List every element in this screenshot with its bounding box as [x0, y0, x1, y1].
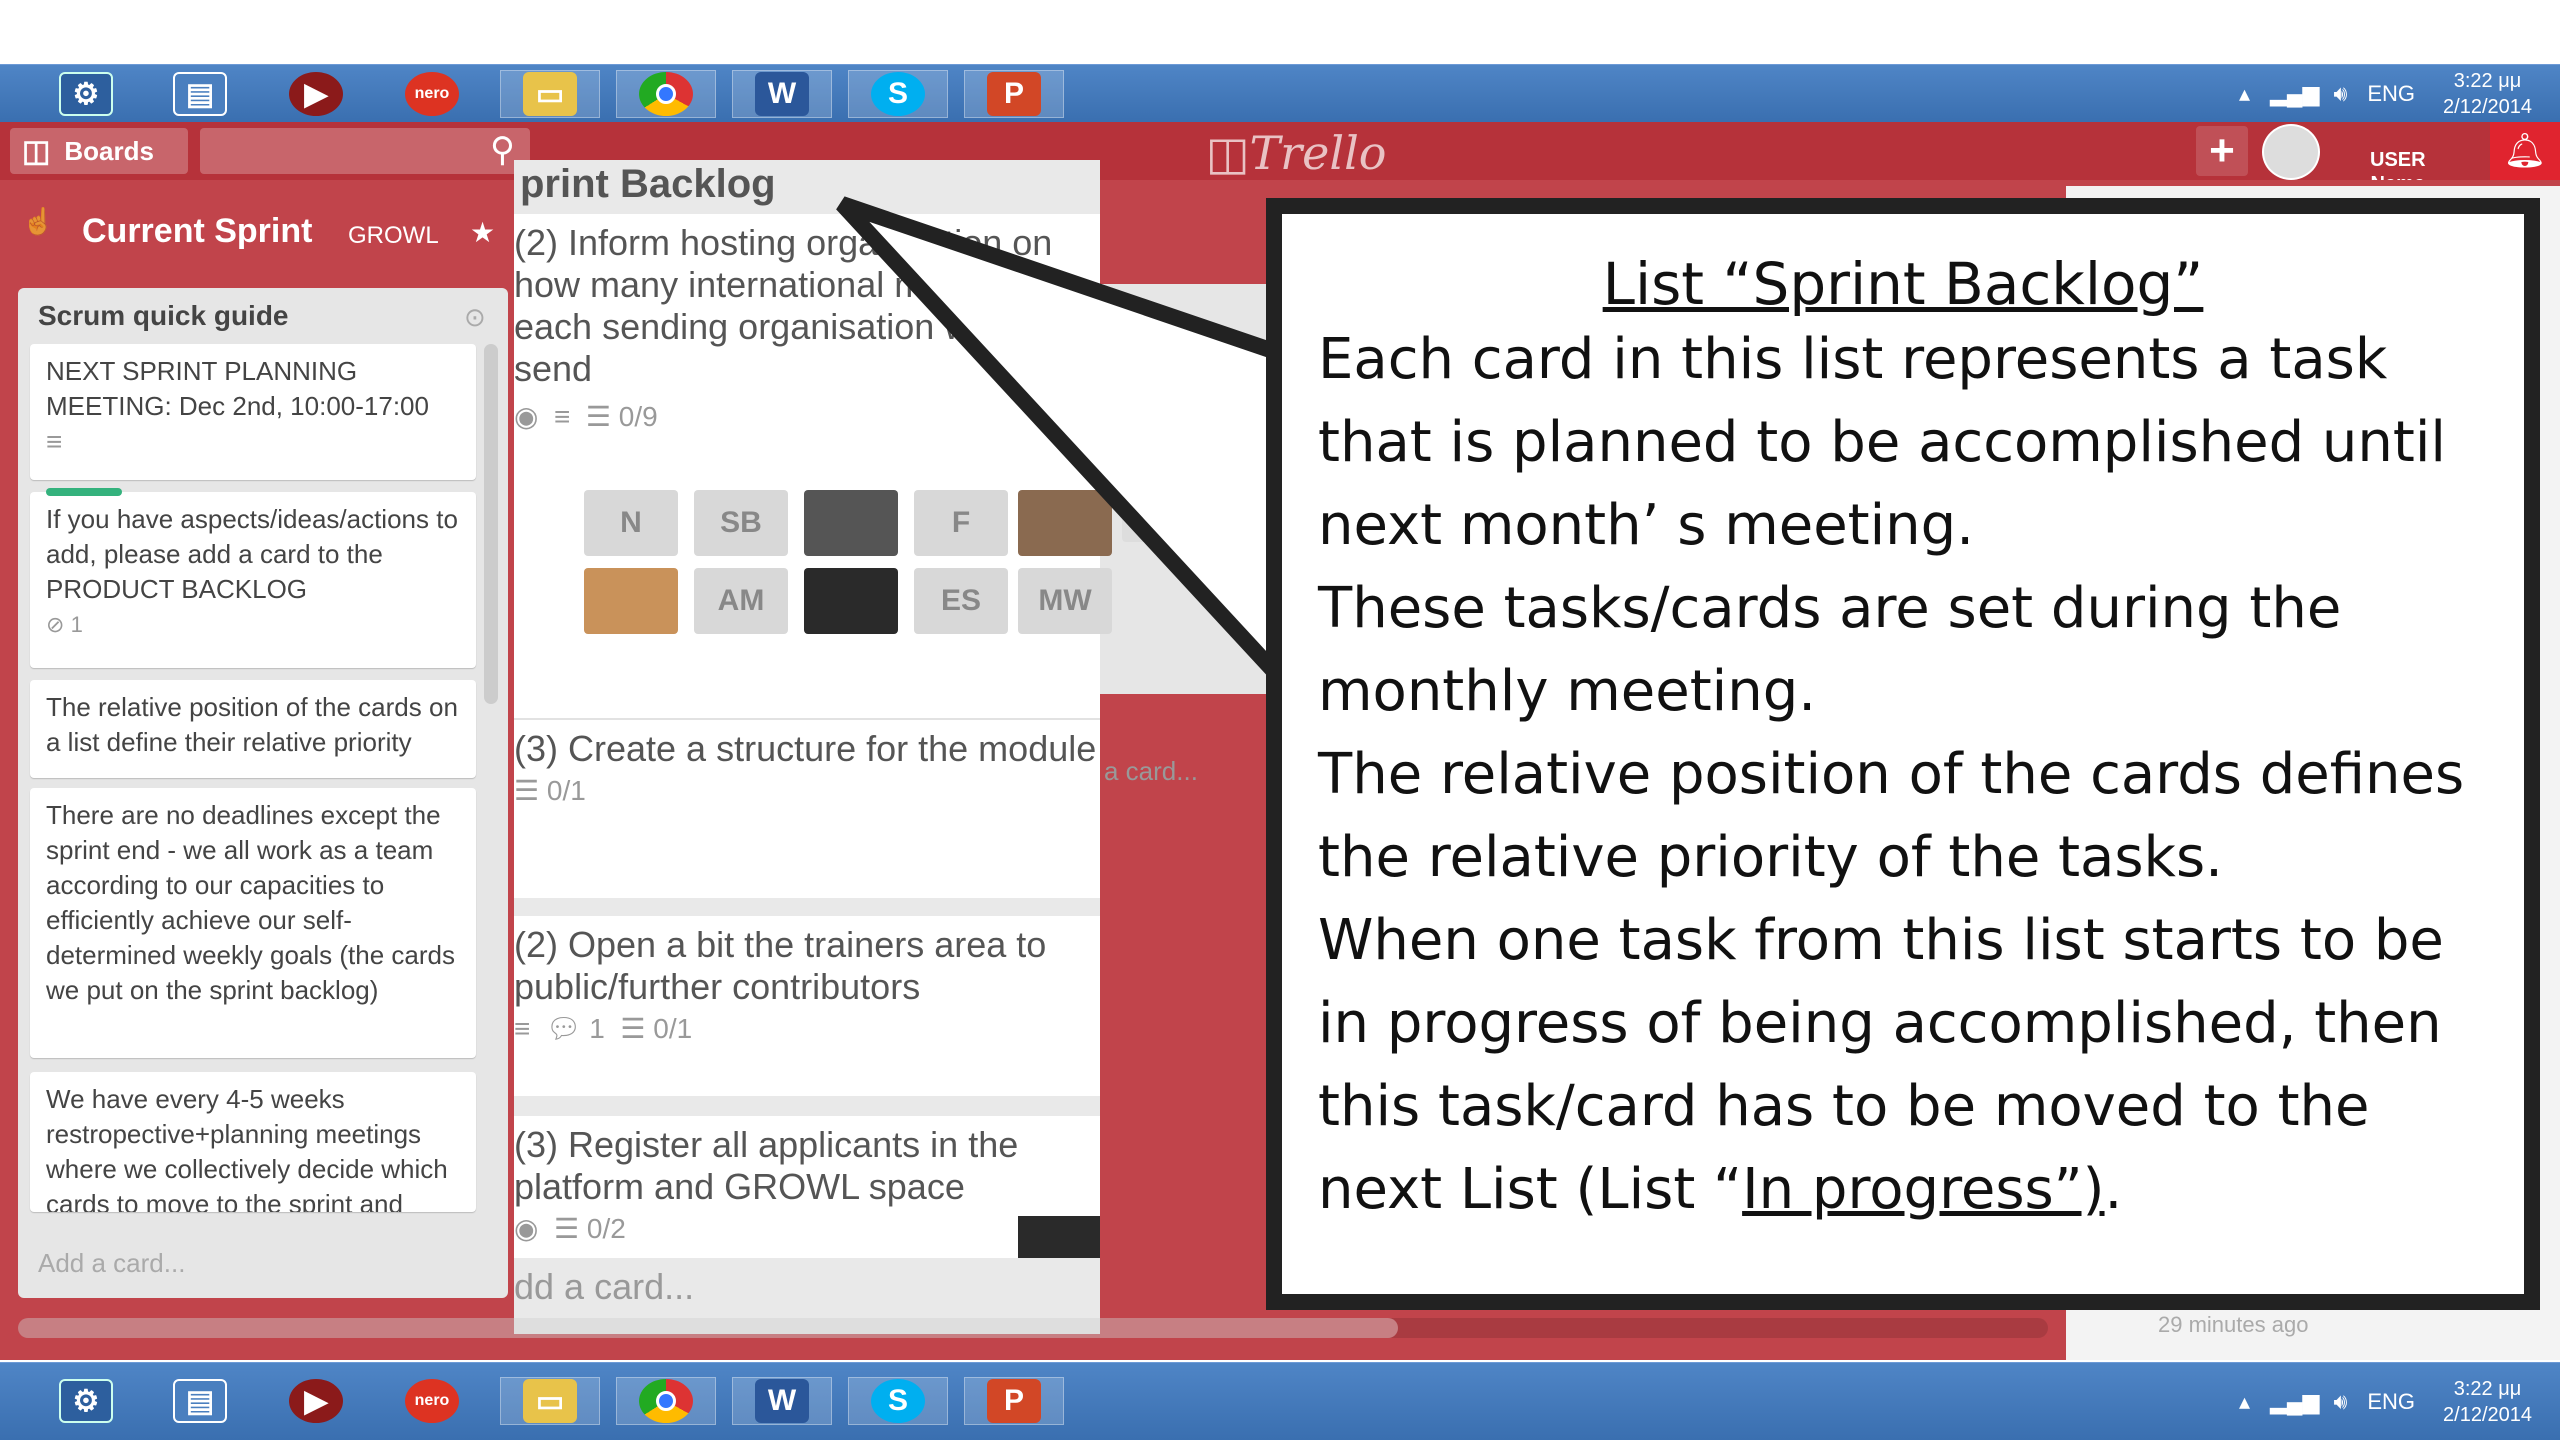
- tray-arrow-icon[interactable]: ▴: [2239, 1389, 2250, 1415]
- file-explorer-icon[interactable]: ▭: [500, 1377, 600, 1425]
- clock[interactable]: 3:22 μμ 2/12/2014: [2443, 1376, 2532, 1428]
- skype-icon[interactable]: S: [848, 1377, 948, 1425]
- control-panel-icon[interactable]: ⚙: [36, 1377, 136, 1425]
- chrome-icon[interactable]: [616, 1377, 716, 1425]
- callout-body: Each card in this list represents a task…: [1318, 327, 2465, 1139]
- system-tray: ▴ ▂▄▆ 🔊︎ ENG 3:22 μμ 2/12/2014: [2239, 1363, 2560, 1441]
- word-icon[interactable]: W: [732, 1377, 832, 1425]
- language-indicator[interactable]: ENG: [2367, 1389, 2415, 1415]
- callout-title: List “Sprint Backlog”: [1602, 250, 2204, 318]
- signal-icon[interactable]: ▂▄▆: [2270, 1389, 2319, 1415]
- powerpoint-icon[interactable]: P: [964, 1377, 1064, 1425]
- nero-icon[interactable]: nero: [382, 1377, 482, 1425]
- media-player-icon[interactable]: ▶: [266, 1377, 366, 1425]
- callout-last-line: next List (List “In progress”).: [1318, 1157, 2123, 1222]
- volume-icon[interactable]: 🔊︎: [2333, 1389, 2347, 1415]
- annotation-callout: List “Sprint Backlog” Each card in this …: [1266, 198, 2540, 1310]
- remote-desktop-icon[interactable]: ▤: [150, 1377, 250, 1425]
- bottom-taskbar: ⚙ ▤ ▶ nero ▭ W S P ▴ ▂▄▆ 🔊︎ ENG 3:22 μμ …: [0, 1362, 2560, 1440]
